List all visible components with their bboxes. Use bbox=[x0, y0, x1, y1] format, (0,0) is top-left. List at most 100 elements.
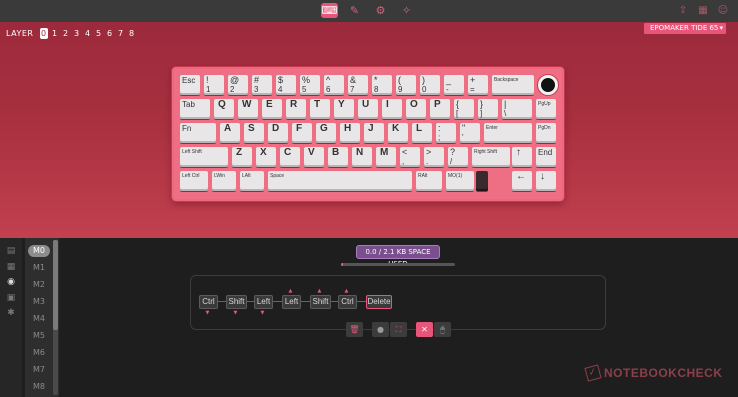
settings-tab-icon[interactable]: ✧ bbox=[398, 3, 415, 18]
key-9[interactable]: (9 bbox=[396, 75, 416, 95]
user-icon[interactable]: ☺ bbox=[716, 4, 730, 17]
key-31[interactable]: S bbox=[244, 123, 264, 143]
key-12[interactable]: + = bbox=[468, 75, 488, 95]
save-icon[interactable]: ▣ bbox=[6, 293, 16, 303]
mouse-icon[interactable]: 🖱 bbox=[434, 322, 451, 337]
key-62[interactable]: MO(1) bbox=[446, 171, 474, 191]
key-49[interactable]: N bbox=[352, 147, 372, 167]
key-43[interactable]: Left Shift bbox=[180, 147, 228, 167]
key-53[interactable]: ? / bbox=[448, 147, 468, 167]
key-51[interactable]: <, bbox=[400, 147, 420, 167]
macro-item-m2[interactable]: M2 bbox=[28, 279, 50, 291]
key-25[interactable]: {[ bbox=[454, 99, 474, 119]
key-10[interactable]: ) 0 bbox=[420, 75, 440, 95]
layer-2-button[interactable]: 2 bbox=[62, 28, 70, 39]
key-28[interactable]: PgUp bbox=[536, 99, 556, 119]
key-50[interactable]: M bbox=[376, 147, 396, 167]
macro-item-m4[interactable]: M4 bbox=[28, 313, 50, 325]
grid-icon[interactable]: ▦ bbox=[696, 4, 710, 17]
layer-0-button[interactable]: 0 bbox=[39, 27, 48, 39]
key-3[interactable]: #3 bbox=[252, 75, 272, 95]
key-59[interactable]: LAlt bbox=[240, 171, 264, 191]
key-33[interactable]: F bbox=[292, 123, 312, 143]
share-icon[interactable]: ⇪ bbox=[676, 4, 690, 17]
key-44[interactable]: Z bbox=[232, 147, 252, 167]
key-46[interactable]: C bbox=[280, 147, 300, 167]
no-delay-icon[interactable]: ✕ bbox=[416, 322, 433, 337]
record-icon[interactable]: ● bbox=[372, 322, 389, 337]
lighting-tab-icon[interactable]: ✎ bbox=[346, 3, 363, 18]
key-30[interactable]: A bbox=[220, 123, 240, 143]
key-8[interactable]: * 8 bbox=[372, 75, 392, 95]
key-24[interactable]: P bbox=[430, 99, 450, 119]
key-5[interactable]: % 5 bbox=[300, 75, 320, 95]
key-39[interactable]: :; bbox=[436, 123, 456, 143]
key-18[interactable]: R bbox=[286, 99, 306, 119]
key-11[interactable]: _ - bbox=[444, 75, 464, 95]
layer-7-button[interactable]: 7 bbox=[117, 28, 125, 39]
key-4[interactable]: $4 bbox=[276, 75, 296, 95]
key-23[interactable]: O bbox=[406, 99, 426, 119]
key-26[interactable]: }] bbox=[478, 99, 498, 119]
macro-item-m5[interactable]: M5 bbox=[28, 330, 50, 342]
key-14[interactable]: Tab bbox=[180, 99, 210, 119]
macro-item-m6[interactable]: M6 bbox=[28, 347, 50, 359]
layer-6-button[interactable]: 6 bbox=[106, 28, 114, 39]
macro-step-1[interactable]: Shift bbox=[226, 295, 247, 309]
expand-icon[interactable]: ⛶ bbox=[390, 322, 407, 337]
layer-5-button[interactable]: 5 bbox=[95, 28, 103, 39]
layer-8-button[interactable]: 8 bbox=[128, 28, 136, 39]
key-29[interactable]: Fn bbox=[180, 123, 216, 143]
key-1[interactable]: ! 1 bbox=[204, 75, 224, 95]
key-52[interactable]: >. bbox=[424, 147, 444, 167]
key-36[interactable]: J bbox=[364, 123, 384, 143]
key-20[interactable]: Y bbox=[334, 99, 354, 119]
rotary-knob[interactable] bbox=[538, 75, 558, 95]
layer-1-button[interactable]: 1 bbox=[51, 28, 59, 39]
key-55[interactable]: ↑ bbox=[512, 147, 532, 167]
macro-step-3[interactable]: Left bbox=[282, 295, 301, 309]
key-21[interactable]: U bbox=[358, 99, 378, 119]
bulb-icon[interactable]: ✱ bbox=[6, 308, 16, 318]
macro-item-m1[interactable]: M1 bbox=[28, 262, 50, 274]
key-22[interactable]: I bbox=[382, 99, 402, 119]
key-19[interactable]: T bbox=[310, 99, 330, 119]
key-38[interactable]: L bbox=[412, 123, 432, 143]
key-42[interactable]: PgDn bbox=[536, 123, 556, 143]
apps-icon[interactable]: ▦ bbox=[6, 262, 16, 272]
key-41[interactable]: Enter bbox=[484, 123, 532, 143]
key-15[interactable]: Q bbox=[214, 99, 234, 119]
key-65[interactable]: ↓ bbox=[536, 171, 556, 191]
key-40[interactable]: " ' bbox=[460, 123, 480, 143]
key-2[interactable]: @2 bbox=[228, 75, 248, 95]
macro-step-6[interactable]: Delete bbox=[366, 295, 392, 309]
layer-3-button[interactable]: 3 bbox=[73, 28, 81, 39]
key-0[interactable]: Esc bbox=[180, 75, 200, 95]
key-7[interactable]: & 7 bbox=[348, 75, 368, 95]
key-58[interactable]: LWin bbox=[212, 171, 236, 191]
macro-item-m3[interactable]: M3 bbox=[28, 296, 50, 308]
macro-item-m0[interactable]: M0 bbox=[28, 245, 50, 257]
layer-4-button[interactable]: 4 bbox=[84, 28, 92, 39]
key-47[interactable]: V bbox=[304, 147, 324, 167]
macro-step-4[interactable]: Shift bbox=[310, 295, 331, 309]
device-dropdown[interactable]: EPOMAKER TIDE 65 ▾ bbox=[644, 23, 726, 34]
key-17[interactable]: E bbox=[262, 99, 282, 119]
key-45[interactable]: X bbox=[256, 147, 276, 167]
layers-icon[interactable]: ▤ bbox=[6, 246, 16, 256]
key-13[interactable]: Backspace bbox=[492, 75, 534, 95]
key-56[interactable]: End bbox=[536, 147, 556, 167]
macro-step-2[interactable]: Left bbox=[254, 295, 273, 309]
key-32[interactable]: D bbox=[268, 123, 288, 143]
key-60[interactable]: Space bbox=[268, 171, 412, 191]
macro-step-5[interactable]: Ctrl bbox=[338, 295, 357, 309]
key-63[interactable] bbox=[476, 171, 488, 191]
key-16[interactable]: W bbox=[238, 99, 258, 119]
delete-icon[interactable]: 🗑 bbox=[346, 322, 363, 337]
macro-item-m7[interactable]: M7 bbox=[28, 364, 50, 376]
macro-list-scrollbar[interactable] bbox=[53, 240, 58, 395]
macro-tab-icon[interactable]: ⚙ bbox=[372, 3, 389, 18]
keyboard-tab-icon[interactable]: ⌨ bbox=[321, 3, 338, 18]
key-27[interactable]: | \ bbox=[502, 99, 532, 119]
key-54[interactable]: Right Shift bbox=[472, 147, 510, 167]
